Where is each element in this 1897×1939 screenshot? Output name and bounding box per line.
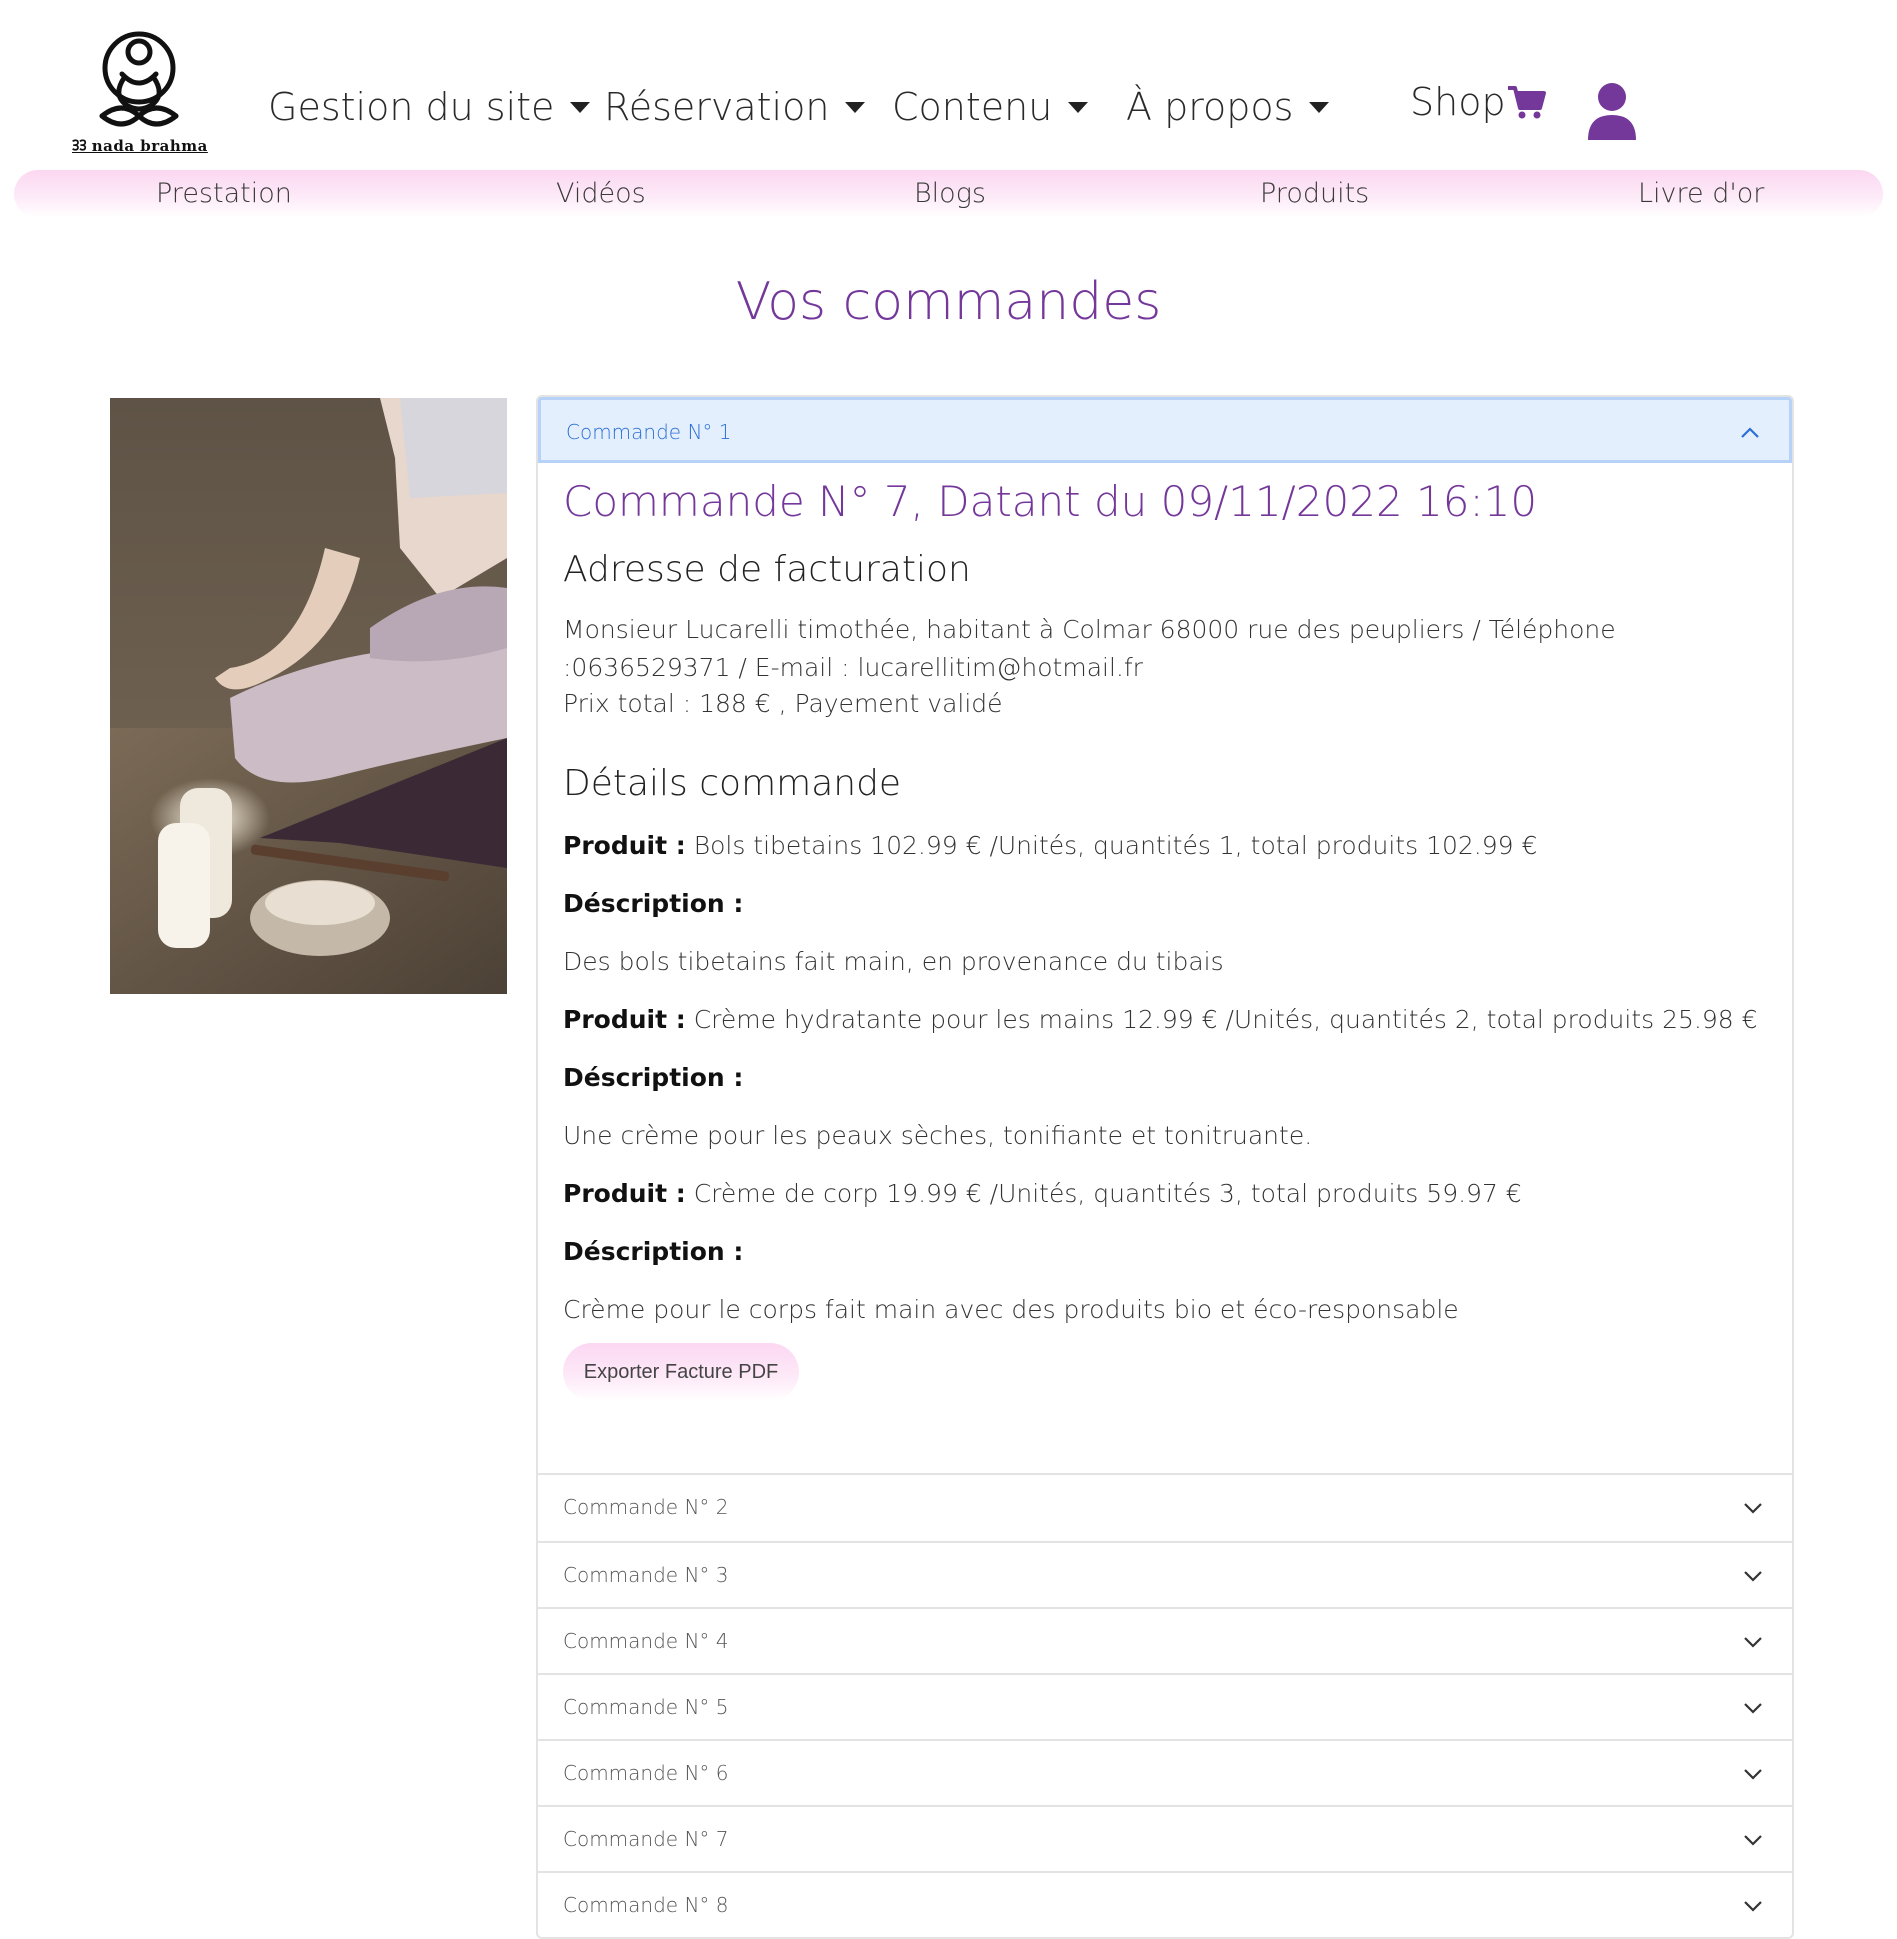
subnav-livre-dor[interactable]: Livre d'or [1638,178,1764,209]
shop-link[interactable]: Shop [1410,80,1546,124]
chevron-up-icon [1741,427,1759,438]
description-line: Déscription : [563,889,743,918]
cart-icon [1507,86,1546,119]
yoga-meditation-image [110,398,507,994]
user-icon[interactable] [1586,82,1638,140]
nav-contenu[interactable]: Contenu [892,85,1089,129]
order-1-label: Commande N° 1 [566,420,732,444]
caret-down-icon [570,101,591,113]
export-invoice-pdf-button[interactable]: Exporter Facture PDF [563,1343,799,1401]
order-label: Commande N° 4 [563,1629,729,1653]
product-line: Produit : Crème de corp 19.99 € /Unités,… [563,1179,1522,1208]
chevron-down-icon [1744,1703,1762,1714]
product-label: Produit : [563,1005,686,1034]
subnav-prestation[interactable]: Prestation [156,178,292,209]
nav-a-propos[interactable]: À propos [1126,85,1330,129]
site-header: ᢃᢃ nada brahma Gestion du site Réservati… [0,0,1897,165]
order-8-header[interactable]: Commande N° 8 [538,1871,1792,1937]
product-summary: Crème hydratante pour les mains 12.99 € … [693,1005,1758,1034]
chevron-down-icon [1744,1769,1762,1780]
order-6-header[interactable]: Commande N° 6 [538,1739,1792,1805]
nav-reservation-label: Réservation [604,85,830,129]
order-label: Commande N° 3 [563,1563,729,1587]
order-5-header[interactable]: Commande N° 5 [538,1673,1792,1739]
order-1-header[interactable]: Commande N° 1 [538,397,1792,463]
chevron-down-icon [1744,1835,1762,1846]
caret-down-icon [1309,101,1330,113]
page-title: Vos commandes [735,272,1162,332]
logo-text: ᢃᢃ nada brahma [72,137,208,155]
chevron-down-icon [1744,1503,1762,1514]
order-label: Commande N° 2 [563,1495,729,1519]
nav-gestion-label: Gestion du site [268,85,555,129]
description-line: Déscription : [563,1237,743,1266]
site-logo[interactable]: ᢃᢃ nada brahma [72,18,208,155]
description-label: Déscription : [563,1237,744,1266]
order-7-header[interactable]: Commande N° 7 [538,1805,1792,1871]
subnav-blogs[interactable]: Blogs [914,178,986,209]
nav-gestion-du-site[interactable]: Gestion du site [268,85,591,129]
caret-down-icon [1068,101,1089,113]
order-2-header[interactable]: Commande N° 2 [538,1475,1792,1541]
order-1-body: Commande N° 7, Datant du 09/11/2022 16:1… [538,463,1792,1475]
order-title: Commande N° 7, Datant du 09/11/2022 16:1… [563,477,1538,526]
chevron-down-icon [1744,1637,1762,1648]
order-label: Commande N° 7 [563,1827,729,1851]
chevron-down-icon [1744,1901,1762,1912]
product-line: Produit : Bols tibetains 102.99 € /Unité… [563,831,1537,860]
secondary-nav: Prestation Vidéos Blogs Produits Livre d… [14,170,1883,218]
description-line: Déscription : [563,1063,743,1092]
product-label: Produit : [563,831,686,860]
product-description: Une crème pour les peaux sèches, tonifia… [563,1121,1313,1150]
product-description: Crème pour le corps fait main avec des p… [563,1295,1459,1324]
nav-apropos-label: À propos [1126,85,1294,129]
caret-down-icon [845,101,866,113]
order-label: Commande N° 5 [563,1695,729,1719]
order-label: Commande N° 6 [563,1761,729,1785]
product-summary: Crème de corp 19.99 € /Unités, quantités… [693,1179,1522,1208]
subnav-produits[interactable]: Produits [1260,178,1369,209]
orders-accordion: Commande N° 1 Commande N° 7, Datant du 0… [536,395,1794,1939]
product-label: Produit : [563,1179,686,1208]
product-line: Produit : Crème hydratante pour les main… [563,1005,1758,1034]
order-label: Commande N° 8 [563,1893,729,1917]
billing-heading: Adresse de facturation [563,549,971,590]
details-heading: Détails commande [563,763,902,804]
shop-label: Shop [1410,80,1506,124]
product-summary: Bols tibetains 102.99 € /Unités, quantit… [693,831,1538,860]
description-label: Déscription : [563,889,744,918]
chevron-down-icon [1744,1571,1762,1582]
subnav-videos[interactable]: Vidéos [556,178,646,209]
nav-contenu-label: Contenu [892,85,1053,129]
order-3-header[interactable]: Commande N° 3 [538,1541,1792,1607]
order-total: Prix total : 188 € , Payement validé [563,689,1003,718]
order-4-header[interactable]: Commande N° 4 [538,1607,1792,1673]
logo-icon [99,31,179,127]
nav-reservation[interactable]: Réservation [604,85,866,129]
billing-address: Monsieur Lucarelli timothée, habitant à … [563,615,1616,682]
product-description: Des bols tibetains fait main, en provena… [563,947,1224,976]
description-label: Déscription : [563,1063,744,1092]
